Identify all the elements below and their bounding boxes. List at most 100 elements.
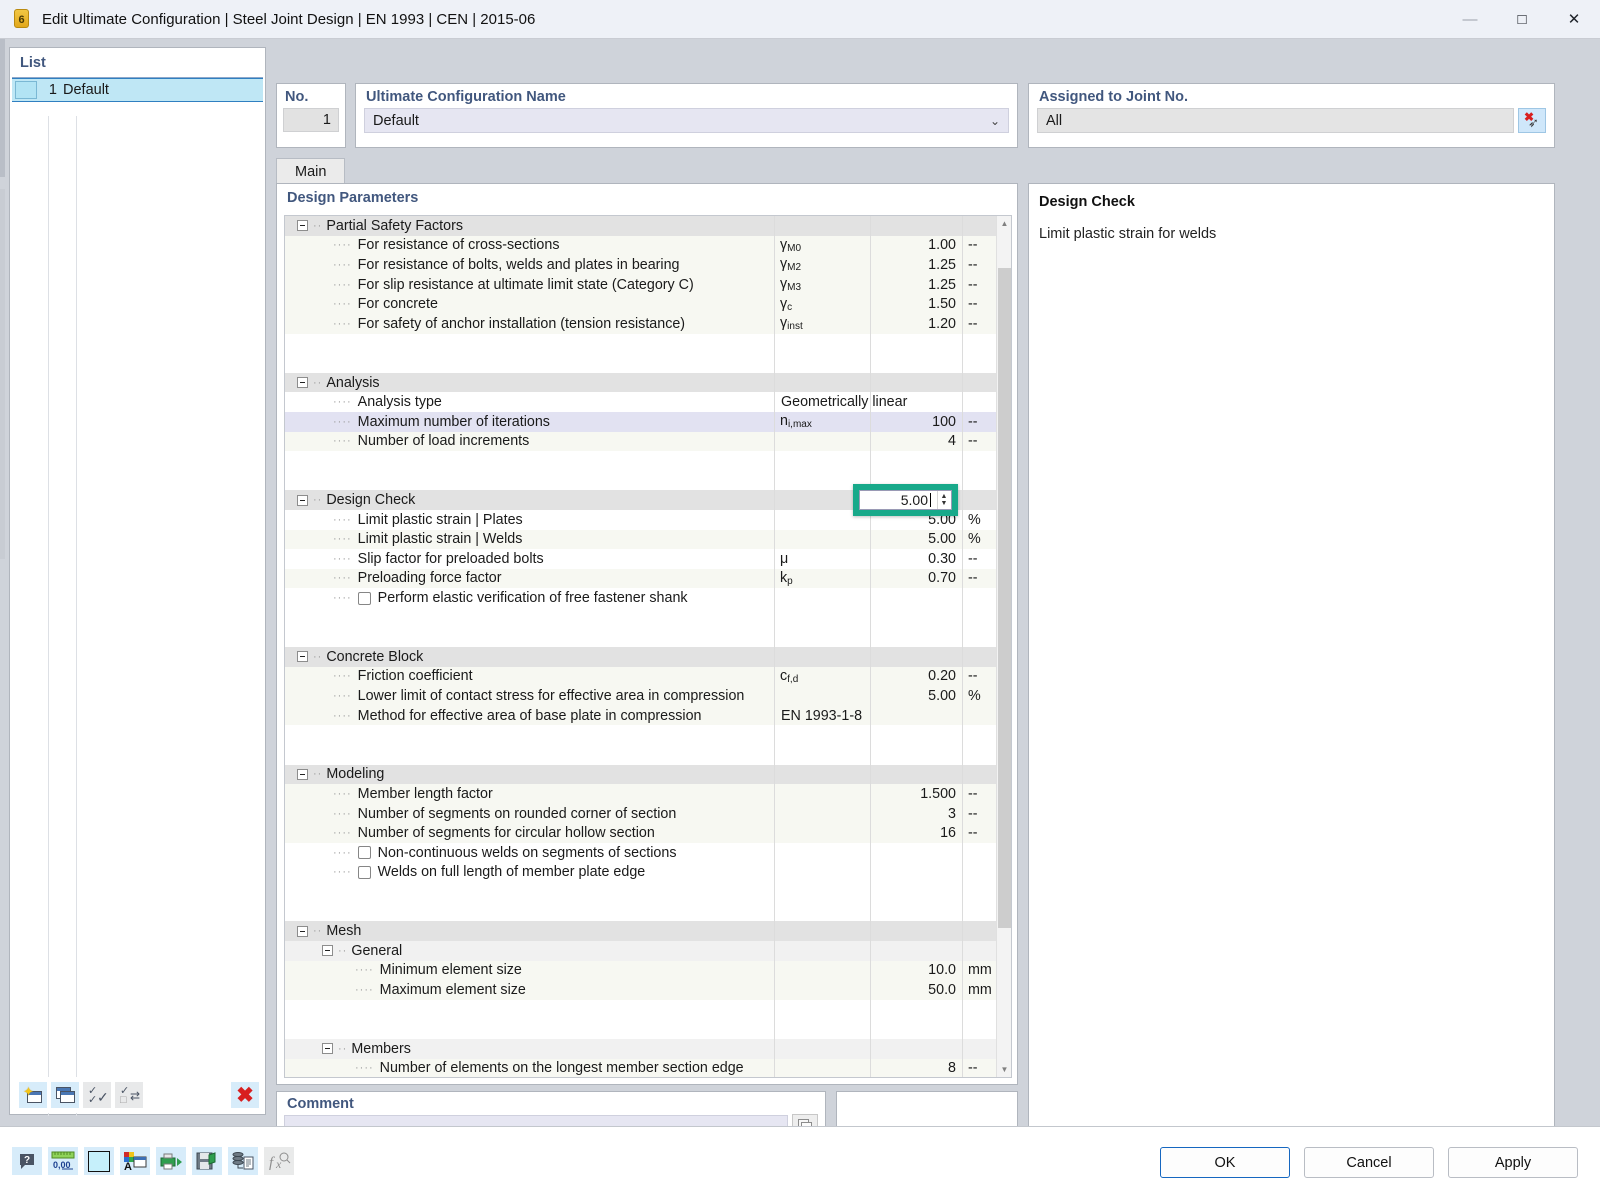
collapse-icon[interactable] bbox=[297, 925, 308, 937]
tree-group-row[interactable]: ·· Analysis bbox=[285, 372, 996, 393]
tree-group-row[interactable]: ·· General bbox=[285, 940, 996, 961]
collapse-icon[interactable] bbox=[297, 220, 308, 232]
new-configuration-button[interactable]: ✦ bbox=[19, 1082, 47, 1108]
tree-item-row[interactable]: ···· Number of load increments 4 -- bbox=[285, 431, 996, 452]
spinner-up-icon[interactable]: ▲ bbox=[941, 493, 948, 500]
tree-item-value[interactable]: 5.00 bbox=[870, 531, 962, 547]
display-properties-button[interactable]: A bbox=[120, 1147, 150, 1175]
collapse-icon[interactable] bbox=[322, 1043, 333, 1055]
tree-scrollbar[interactable]: ▲ ▼ bbox=[996, 216, 1011, 1077]
select-all-button[interactable]: ✓ ✓ ✓ bbox=[83, 1082, 111, 1108]
tree-item-row[interactable]: ···· Minimum element size 10.0 mm bbox=[285, 960, 996, 981]
units-button[interactable]: 0,00 bbox=[48, 1147, 78, 1175]
invert-selection-button[interactable]: ✓ □ ⇄ bbox=[115, 1082, 143, 1108]
tree-item-row[interactable]: ···· Preloading force factor kp 0.70 -- bbox=[285, 568, 996, 589]
collapse-icon[interactable] bbox=[297, 651, 308, 663]
tree-item-value[interactable]: 1.25 bbox=[870, 257, 962, 273]
number-panel: No. 1 bbox=[276, 83, 346, 148]
tree-item-row[interactable]: ···· Number of elements on the longest me… bbox=[285, 1058, 996, 1077]
select-joints-cursor-icon[interactable]: ✖ ➶ bbox=[1518, 108, 1546, 133]
spinner-down-icon[interactable]: ▼ bbox=[941, 500, 948, 507]
tree-group-row[interactable]: ·· Concrete Block bbox=[285, 647, 996, 667]
tree-item-row[interactable]: ···· Lower limit of contact stress for ef… bbox=[285, 686, 996, 706]
tree-row-checkbox[interactable] bbox=[357, 846, 371, 860]
tree-item-row[interactable]: ···· Non-continuous welds on segments of … bbox=[285, 843, 996, 863]
assigned-joint-value[interactable]: All bbox=[1037, 108, 1514, 133]
tree-item-row[interactable]: ···· For resistance of cross-sections γM0 1… bbox=[285, 235, 996, 256]
formula-button[interactable]: f x bbox=[264, 1147, 294, 1175]
scroll-down-icon[interactable]: ▼ bbox=[997, 1062, 1011, 1077]
tree-item-value[interactable]: 1.50 bbox=[870, 296, 962, 312]
tree-item-row[interactable]: ···· Maximum element size 50.0 mm bbox=[285, 980, 996, 1000]
tree-item-value[interactable]: 5.00 bbox=[870, 688, 962, 704]
spinner-buttons[interactable]: ▲ ▼ bbox=[937, 491, 950, 509]
scrollbar-thumb[interactable] bbox=[998, 268, 1011, 928]
tree-group-row[interactable]: ·· Members bbox=[285, 1038, 996, 1059]
tree-item-row[interactable]: ···· For slip resistance at ultimate limi… bbox=[285, 274, 996, 295]
tree-item-row[interactable]: ···· Number of segments on rounded corner… bbox=[285, 803, 996, 824]
collapse-icon[interactable] bbox=[322, 945, 333, 957]
tree-item-row[interactable]: ···· Method for effective area of base pl… bbox=[285, 705, 996, 726]
tree-item-value[interactable]: 10.0 bbox=[870, 962, 962, 978]
collapse-icon[interactable] bbox=[297, 494, 308, 506]
tree-item-value[interactable]: 0.70 bbox=[870, 570, 962, 586]
minimize-button[interactable]: — bbox=[1444, 0, 1496, 39]
tree-group-row[interactable]: ·· Partial Safety Factors bbox=[285, 216, 996, 236]
tree-group-row[interactable]: ·· Modeling bbox=[285, 764, 996, 785]
tree-item-value[interactable]: 1.20 bbox=[870, 316, 962, 332]
list-toolbar: ✦ ✓ ✓ ✓ ✓ □ ⇄ ✖ bbox=[11, 1077, 264, 1113]
tree-item-row[interactable]: ···· For concrete γc 1.50 -- bbox=[285, 294, 996, 314]
collapse-icon[interactable] bbox=[297, 768, 308, 780]
tree-item-row[interactable]: ···· Number of segments for circular holl… bbox=[285, 823, 996, 843]
print-button[interactable] bbox=[156, 1147, 186, 1175]
tree-item-row[interactable]: ···· Member length factor 1.500 -- bbox=[285, 784, 996, 804]
tree-item-symbol: γM0 bbox=[780, 236, 802, 254]
dialog-buttons: OK Cancel Apply bbox=[1160, 1147, 1578, 1178]
close-button[interactable]: ✕ bbox=[1548, 0, 1600, 39]
configuration-name-combobox[interactable]: Default ⌄ bbox=[364, 108, 1009, 133]
tree-item-value[interactable]: 100 bbox=[870, 414, 962, 430]
tree-item-row[interactable]: ···· Welds on full length of member plate… bbox=[285, 862, 996, 883]
help-button[interactable]: ? bbox=[12, 1147, 42, 1175]
tree-item-row[interactable]: ···· Limit plastic strain | Welds 5.00% bbox=[285, 529, 996, 550]
tree-item-row[interactable]: ···· Perform elastic verification of free… bbox=[285, 588, 996, 608]
tree-item-value[interactable]: 1.00 bbox=[870, 237, 962, 253]
limit-plastic-strain-welds-input[interactable]: 5.00 ▲ ▼ bbox=[859, 490, 952, 510]
scroll-up-icon[interactable]: ▲ bbox=[997, 216, 1011, 231]
tree-row-spacer bbox=[285, 353, 996, 373]
apply-button[interactable]: Apply bbox=[1448, 1147, 1578, 1178]
tree-item-unit: -- bbox=[968, 296, 978, 313]
save-button[interactable] bbox=[192, 1147, 222, 1175]
app-icon-number: 6 bbox=[18, 14, 25, 26]
cancel-button[interactable]: Cancel bbox=[1304, 1147, 1434, 1178]
copy-configuration-button[interactable] bbox=[51, 1082, 79, 1108]
tree-item-row[interactable]: ···· Friction coefficient cf,d 0.20 -- bbox=[285, 666, 996, 687]
list-item[interactable]: 1 Default bbox=[12, 78, 263, 102]
design-parameters-tree[interactable]: ·· Partial Safety Factors ···· For resistan… bbox=[284, 215, 1012, 1078]
tree-item-value[interactable]: 50.0 bbox=[870, 982, 962, 998]
tree-item-label: Number of load increments bbox=[357, 433, 530, 450]
tree-item-value[interactable]: 4 bbox=[870, 433, 962, 449]
maximize-button[interactable]: □ bbox=[1496, 0, 1548, 39]
tree-row-checkbox[interactable] bbox=[357, 591, 371, 605]
tree-item-row[interactable]: ···· Maximum number of iterations ni,max 10… bbox=[285, 411, 996, 432]
tree-item-value[interactable]: 0.30 bbox=[870, 551, 962, 567]
tree-group-row[interactable]: ·· Mesh bbox=[285, 921, 996, 941]
tree-item-row[interactable]: ···· Analysis type Geometrically linear bbox=[285, 392, 996, 412]
tree-item-row[interactable]: ···· For resistance of bolts, welds and p… bbox=[285, 255, 996, 275]
tree-row-checkbox[interactable] bbox=[357, 865, 371, 879]
tree-item-value[interactable]: 0.20 bbox=[870, 668, 962, 684]
collapse-icon[interactable] bbox=[297, 377, 308, 389]
database-report-button[interactable] bbox=[228, 1147, 258, 1175]
ok-button[interactable]: OK bbox=[1160, 1147, 1290, 1178]
tree-item-value[interactable]: 1.500 bbox=[870, 786, 962, 802]
tab-main[interactable]: Main bbox=[276, 158, 346, 184]
tree-item-value[interactable]: 1.25 bbox=[870, 277, 962, 293]
tree-item-row[interactable]: ···· Slip factor for preloaded bolts μ 0.30… bbox=[285, 549, 996, 569]
tree-item-value[interactable]: 3 bbox=[870, 806, 962, 822]
delete-configuration-button[interactable]: ✖ bbox=[231, 1082, 259, 1108]
tree-item-value[interactable]: 16 bbox=[870, 825, 962, 841]
color-swatch-button[interactable] bbox=[84, 1147, 114, 1175]
tree-item-row[interactable]: ···· For safety of anchor installation (t… bbox=[285, 313, 996, 334]
tree-item-value[interactable]: 8 bbox=[870, 1060, 962, 1076]
